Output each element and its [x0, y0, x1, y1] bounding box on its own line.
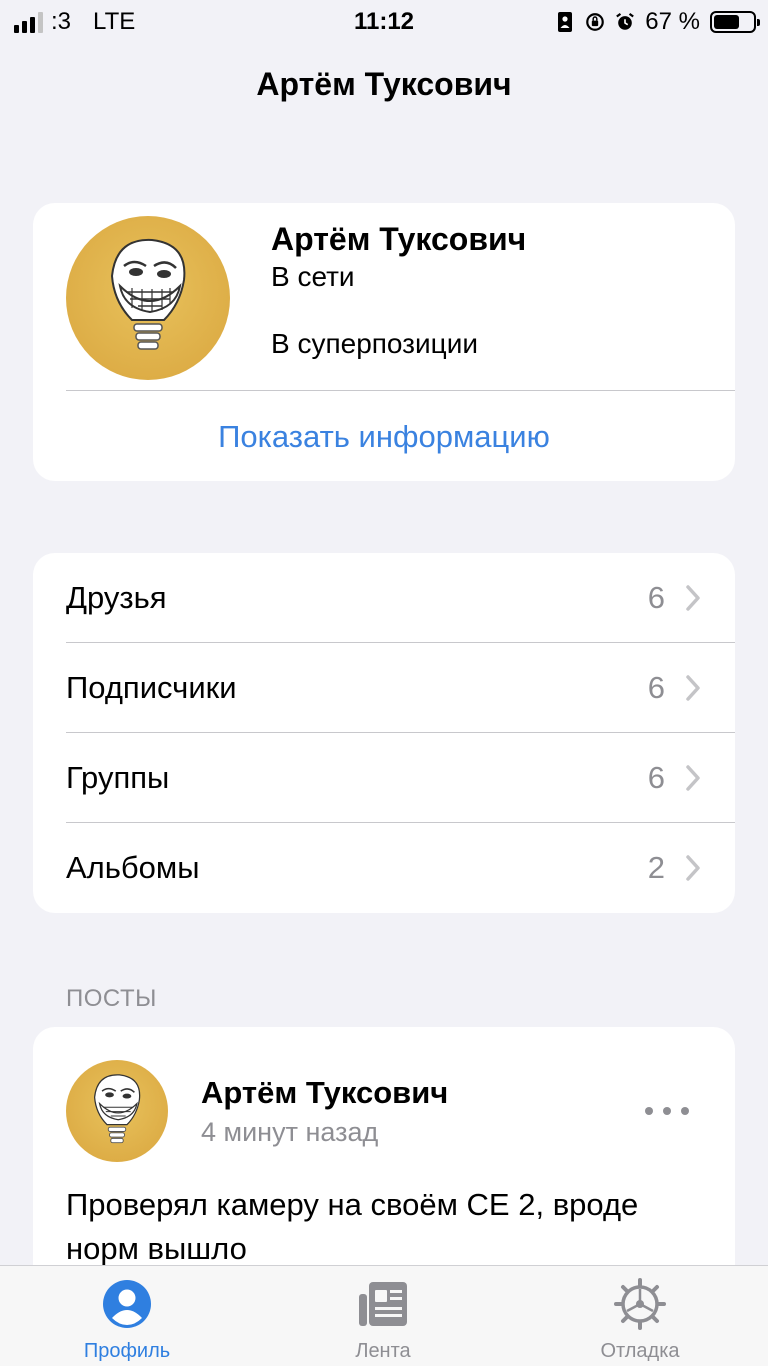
menu-item-albums[interactable]: Альбомы 2 [33, 823, 735, 913]
profile-status-text: В суперпозиции [271, 328, 478, 359]
menu-item-count: 6 [647, 760, 665, 795]
menu-item-count: 6 [647, 670, 665, 705]
menu-item-count: 2 [647, 850, 665, 885]
menu-item-count: 6 [647, 580, 665, 615]
posts-section-header: ПОСТЫ [66, 985, 157, 1012]
trollface-lightbulb-icon [93, 1074, 141, 1144]
menu-item-friends[interactable]: Друзья 6 [33, 553, 735, 643]
menu-item-subscribers[interactable]: Подписчики 6 [33, 643, 735, 733]
portrait-lock-icon [555, 11, 575, 33]
post-author-avatar[interactable] [66, 1060, 168, 1162]
alarm-icon [615, 11, 635, 33]
newspaper-icon [359, 1282, 407, 1326]
tab-label: Лента [355, 1340, 411, 1362]
more-options-icon[interactable] [645, 1089, 689, 1133]
menu-item-label: Друзья [66, 580, 167, 615]
show-info-button[interactable]: Показать информацию [33, 419, 735, 455]
profile-menu: Друзья 6 Подписчики 6 Группы 6 Альбомы 2 [33, 553, 735, 913]
tab-feed[interactable]: Лента [283, 1266, 483, 1366]
menu-item-label: Альбомы [66, 850, 200, 885]
battery-fill [714, 15, 740, 29]
tab-label: Профиль [83, 1340, 171, 1362]
rotation-lock-icon [585, 11, 605, 33]
profile-card: Артём Туксович В сети В суперпозиции Пок… [33, 203, 735, 481]
avatar[interactable] [66, 216, 230, 380]
profile-name: Артём Туксович [271, 221, 527, 257]
battery-icon [710, 11, 760, 33]
online-status: В сети [271, 261, 355, 292]
trollface-lightbulb-icon [110, 238, 186, 350]
battery-percent: 67 % [645, 8, 700, 35]
menu-item-label: Группы [66, 760, 170, 795]
chevron-right-icon [686, 585, 700, 611]
divider [66, 390, 735, 391]
tab-profile[interactable]: Профиль [27, 1266, 227, 1366]
tab-debug[interactable]: Отладка [540, 1266, 740, 1366]
gear-icon [614, 1278, 666, 1330]
chevron-right-icon [686, 675, 700, 701]
post-author[interactable]: Артём Туксович [201, 1075, 448, 1111]
menu-item-label: Подписчики [66, 670, 237, 705]
menu-item-groups[interactable]: Группы 6 [33, 733, 735, 823]
status-bar: :3 LTE 11:12 67 % [0, 0, 768, 44]
status-right: 67 % [555, 8, 760, 36]
post-timestamp: 4 минут назад [201, 1117, 379, 1147]
tab-label: Отладка [600, 1340, 680, 1362]
chevron-right-icon [686, 765, 700, 791]
person-circle-icon [103, 1280, 151, 1328]
chevron-right-icon [686, 855, 700, 881]
page-title: Артём Туксович [256, 66, 512, 102]
tab-bar: Профиль Лента Отладка [0, 1265, 768, 1366]
post-text: Проверял камеру на своём CE 2, вроде нор… [66, 1187, 639, 1266]
